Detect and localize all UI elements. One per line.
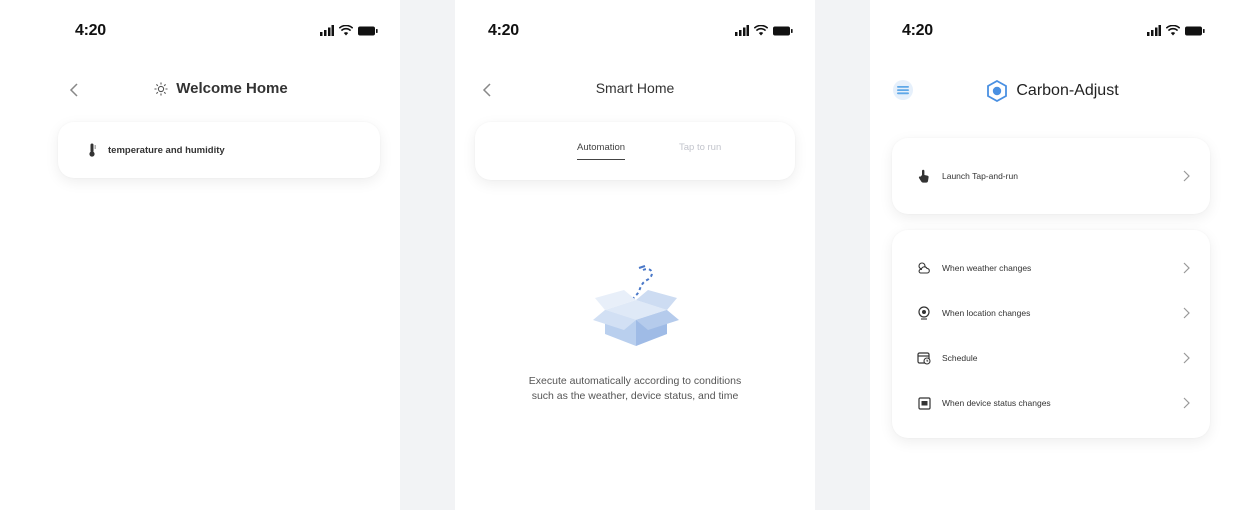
chevron-right-icon xyxy=(1183,397,1190,409)
page-title: Welcome Home xyxy=(42,80,400,97)
background-strip-right xyxy=(815,0,870,510)
list-item[interactable]: Schedule xyxy=(916,348,1192,368)
location-pin-icon xyxy=(916,305,932,321)
header: Smart Home xyxy=(455,72,815,108)
screen-smart-home: 4:20 Smart Home Automation Tap to run Ex… xyxy=(455,8,815,510)
page-title-text: Welcome Home xyxy=(176,80,288,97)
thermometer-icon xyxy=(84,142,100,158)
page-title: Carbon-Adjust xyxy=(870,80,1235,102)
calendar-clock-icon xyxy=(916,350,932,366)
list-item[interactable]: When device status changes xyxy=(916,393,1192,413)
wifi-icon xyxy=(754,25,768,36)
chevron-right-icon xyxy=(1183,262,1190,274)
page-title: Smart Home xyxy=(455,80,815,96)
page-title-text: Carbon-Adjust xyxy=(1016,82,1119,99)
header: Carbon-Adjust xyxy=(870,72,1235,108)
screen-carbon-adjust: 4:20 Carbon-Adjust Launch Tap-and-run Wh… xyxy=(870,8,1235,510)
battery-icon xyxy=(1185,26,1205,35)
carbon-adjust-logo-icon xyxy=(987,80,1008,102)
header: Welcome Home xyxy=(42,72,400,108)
empty-state-description: Execute automatically according to condi… xyxy=(528,375,742,402)
tab-automation[interactable]: Automation xyxy=(577,142,626,160)
status-time: 4:20 xyxy=(75,22,106,39)
chevron-right-icon xyxy=(1183,307,1190,319)
chevron-right-icon xyxy=(1183,170,1190,182)
page-title-text: Smart Home xyxy=(595,80,675,96)
temperature-card[interactable]: temperature and humidity xyxy=(58,122,380,178)
hand-tap-icon xyxy=(916,168,932,184)
tab-tap-to-run[interactable]: Tap to run xyxy=(679,142,721,153)
status-bar: 4:20 xyxy=(870,22,1235,44)
signal-icon xyxy=(735,25,749,36)
signal-icon xyxy=(1147,25,1161,36)
battery-icon xyxy=(773,26,793,35)
device-icon xyxy=(916,395,932,411)
chevron-right-icon xyxy=(1183,352,1190,364)
status-icons xyxy=(1147,25,1205,36)
status-time: 4:20 xyxy=(488,22,519,39)
list-item[interactable]: temperature and humidity xyxy=(84,142,225,158)
status-icons xyxy=(320,25,378,36)
status-bar: 4:20 xyxy=(42,22,400,44)
status-icons xyxy=(735,25,793,36)
launch-card[interactable]: Launch Tap-and-run xyxy=(892,138,1210,214)
conditions-card: When weather changes When location chang… xyxy=(892,230,1210,438)
wifi-icon xyxy=(339,25,353,36)
screen-welcome-home: 4:20 Welcome Home temperature and humidi… xyxy=(42,8,400,510)
sun-icon xyxy=(154,82,168,95)
signal-icon xyxy=(320,25,334,36)
background-strip-left xyxy=(400,0,455,510)
empty-box-illustration-icon xyxy=(593,265,679,346)
list-item[interactable]: When location changes xyxy=(916,303,1192,323)
wifi-icon xyxy=(1166,25,1180,36)
battery-icon xyxy=(358,26,378,35)
weather-icon xyxy=(916,260,932,276)
temperature-humidity-label: temperature and humidity xyxy=(108,144,225,156)
launch-tap-and-run-label: Launch Tap-and-run xyxy=(942,171,1018,181)
tab-bar: Automation Tap to run xyxy=(475,122,795,180)
launch-tap-and-run-item[interactable]: Launch Tap-and-run xyxy=(916,166,1192,186)
status-bar: 4:20 xyxy=(455,22,815,44)
list-item[interactable]: When weather changes xyxy=(916,258,1192,278)
status-time: 4:20 xyxy=(902,22,933,39)
